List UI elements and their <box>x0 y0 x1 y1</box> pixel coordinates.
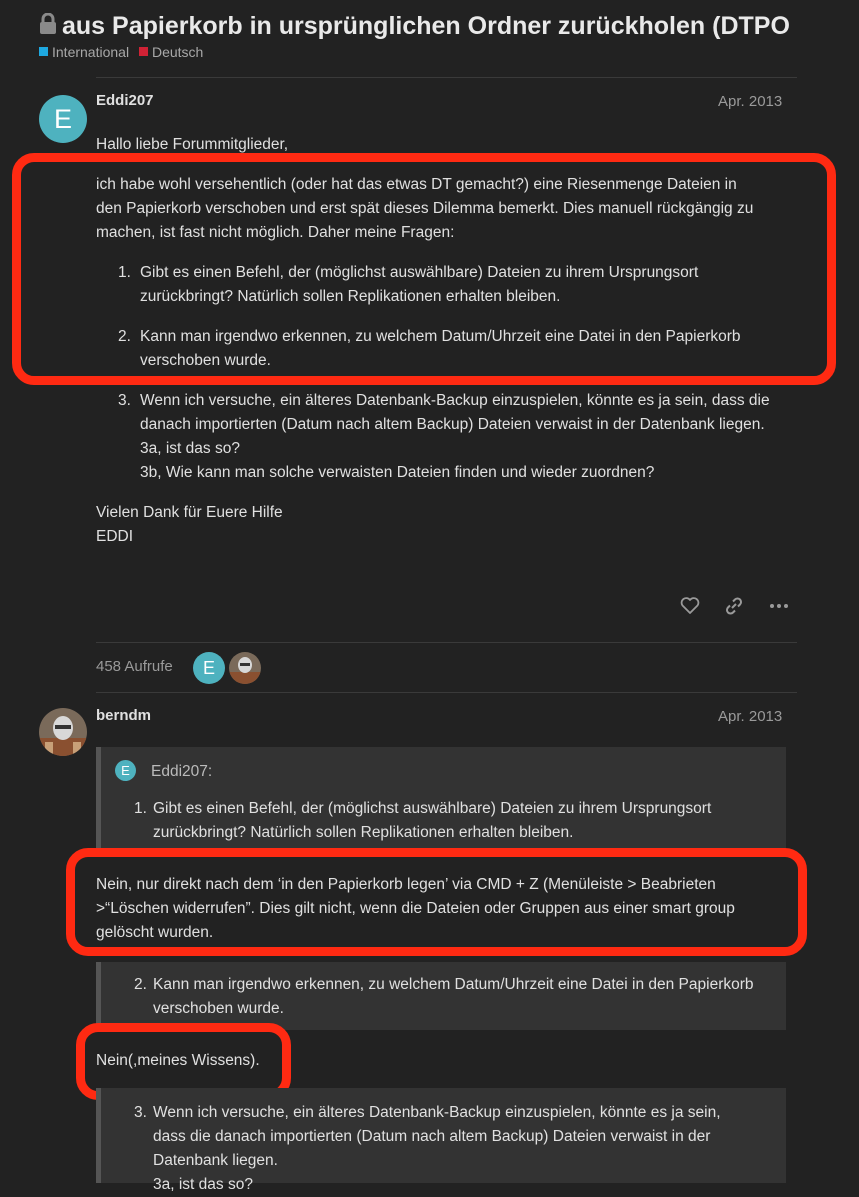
divider <box>96 692 797 693</box>
lock-icon <box>38 11 58 43</box>
heart-icon[interactable] <box>680 597 700 620</box>
category-badges: International Deutsch <box>39 43 209 60</box>
view-count: 458 Aufrufe <box>96 658 173 675</box>
post-date[interactable]: Apr. 2013 <box>718 708 782 725</box>
quoted-list-item: 1. Gibt es einen Befehl, der (möglichst a… <box>134 800 712 841</box>
quote-avatar: E <box>115 760 136 781</box>
post-date[interactable]: Apr. 2013 <box>718 93 782 110</box>
highlight-box <box>66 848 807 956</box>
link-icon[interactable] <box>724 596 744 621</box>
more-icon[interactable] <box>769 596 789 621</box>
category-deutsch[interactable]: Deutsch <box>138 44 203 60</box>
post-closing: Vielen Dank für Euere Hilfe EDDI <box>96 504 283 545</box>
quote-author[interactable]: Eddi207: <box>151 760 212 784</box>
highlight-box <box>12 153 836 385</box>
divider <box>96 642 797 643</box>
category-color-square <box>39 47 48 56</box>
post-author[interactable]: Eddi207 <box>96 92 154 109</box>
category-color-square <box>138 47 148 56</box>
divider <box>96 77 797 78</box>
post-author[interactable]: berndm <box>96 707 151 724</box>
participant-avatar[interactable] <box>229 652 261 689</box>
topic-title[interactable]: aus Papierkorb in ursprünglichen Ordner … <box>38 10 859 43</box>
participant-avatar[interactable]: E <box>193 652 225 684</box>
avatar[interactable]: E <box>39 95 87 143</box>
quoted-list-item: 2. Kann man irgendwo erkennen, zu welchem… <box>134 976 754 1017</box>
topic-title-text: aus Papierkorb in ursprünglichen Ordner … <box>62 12 790 40</box>
list-item: 3. Wenn ich versuche, ein älteres Datenba… <box>118 392 770 481</box>
category-international[interactable]: International <box>39 44 129 60</box>
avatar[interactable] <box>39 708 87 761</box>
